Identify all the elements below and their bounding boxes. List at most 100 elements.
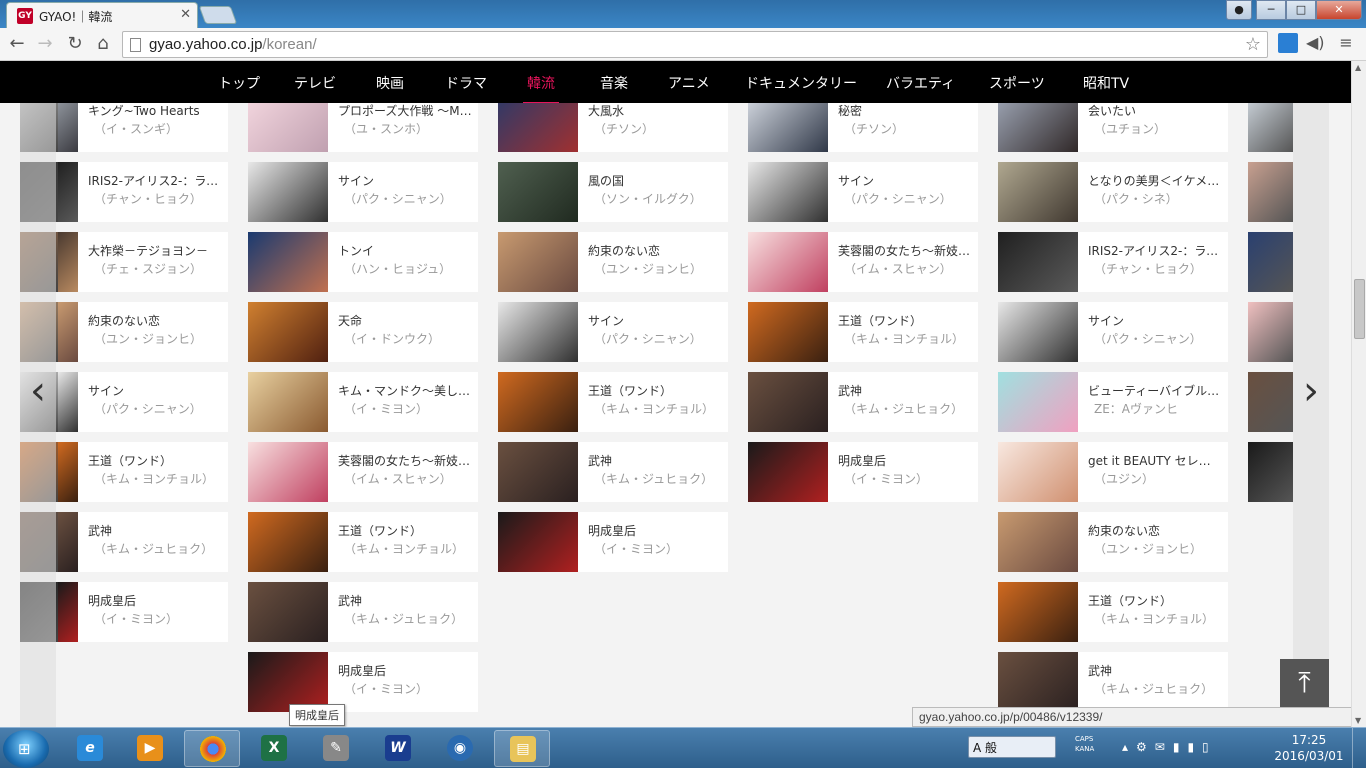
program-thumbnail[interactable] <box>498 512 578 572</box>
program-card[interactable]: 芙蓉閣の女たち～新妓生伝 （イム・スヒャン） <box>748 232 978 292</box>
program-thumbnail[interactable] <box>498 162 578 222</box>
nav-item[interactable]: テレビ <box>294 73 336 93</box>
program-title[interactable]: 王道（ワンド） <box>1088 592 1222 609</box>
program-thumbnail[interactable] <box>58 232 78 292</box>
reload-icon[interactable]: ↻ <box>64 33 86 55</box>
program-title[interactable]: サイン <box>588 312 722 329</box>
program-card[interactable]: 風の国 （ソン・イルグク） <box>498 162 728 222</box>
scrollbar-thumb[interactable] <box>1354 279 1365 339</box>
program-thumbnail[interactable] <box>748 302 828 362</box>
program-card[interactable]: 大風水 （チソン） <box>498 103 728 152</box>
program-card[interactable]: 武神 （キム・ジュヒョク） <box>498 442 728 502</box>
program-thumbnail[interactable] <box>248 512 328 572</box>
program-card[interactable]: 明成皇后 （イ・ミヨン） <box>248 652 478 712</box>
program-card[interactable]: 明成皇后 （イ・ミヨン） <box>58 582 228 642</box>
program-title[interactable]: サイン <box>1088 312 1222 329</box>
program-thumbnail[interactable] <box>748 103 828 152</box>
program-title[interactable]: 武神 <box>838 382 972 399</box>
back-arrow-icon[interactable]: ← <box>6 33 28 55</box>
program-title[interactable]: 武神 <box>338 592 472 609</box>
program-card[interactable]: get it BEAUTY セレクション （ユジン） <box>998 442 1228 502</box>
program-thumbnail[interactable] <box>998 162 1078 222</box>
scroll-up-icon[interactable]: ▲ <box>1355 63 1361 72</box>
program-title[interactable]: 約束のない恋 <box>1088 522 1222 539</box>
taskbar-word[interactable]: W <box>370 730 426 767</box>
browser-tab[interactable]: GY GYAO!｜韓流 ✕ <box>6 2 198 28</box>
nav-item[interactable]: 昭和TV <box>1083 73 1129 93</box>
program-thumbnail[interactable] <box>498 232 578 292</box>
taskbar-clock[interactable]: 17:25 2016/03/01 <box>1274 732 1344 764</box>
program-thumbnail[interactable] <box>498 103 578 152</box>
chevron-left-icon[interactable]: ‹ <box>20 368 56 418</box>
nav-item[interactable]: 音楽 <box>600 73 628 93</box>
chevron-right-icon[interactable]: › <box>1293 368 1329 418</box>
program-title[interactable]: 武神 <box>588 452 722 469</box>
program-title[interactable]: IRIS2-アイリス2-：ラストジェネレーション <box>88 172 222 189</box>
tray-icons[interactable]: ▴⚙✉▮▮▯ <box>1122 740 1217 754</box>
program-title[interactable]: 大風水 <box>588 103 722 119</box>
program-title[interactable]: 王道（ワンド） <box>88 452 222 469</box>
chrome-menu-icon[interactable]: ≡ <box>1336 33 1356 53</box>
program-title[interactable]: 王道（ワンド） <box>588 382 722 399</box>
program-thumbnail[interactable] <box>998 372 1078 432</box>
program-title[interactable]: キング~Two Hearts <box>88 103 222 119</box>
forward-arrow-icon[interactable]: → <box>34 33 56 55</box>
program-card[interactable]: 武神 （キム・ジュヒョク） <box>248 582 478 642</box>
extension-sound-icon[interactable]: ◀) <box>1306 33 1326 53</box>
program-thumbnail[interactable] <box>748 442 828 502</box>
program-title[interactable]: ビューティーバイブル2015 <box>1088 382 1222 399</box>
program-title[interactable]: IRIS2-アイリス2-：ラストジェネレーション <box>1088 242 1222 259</box>
program-card[interactable]: 王道（ワンド） （キム・ヨンチョル） <box>998 582 1228 642</box>
program-thumbnail[interactable] <box>498 372 578 432</box>
program-thumbnail[interactable] <box>58 442 78 502</box>
program-thumbnail[interactable] <box>998 652 1078 712</box>
taskbar-ie[interactable]: e <box>62 730 118 767</box>
program-title[interactable]: 明成皇后 <box>88 592 222 609</box>
program-title[interactable]: プロポーズ大作戦 ～Mission to Love～ <box>338 103 472 119</box>
program-thumbnail[interactable] <box>498 442 578 502</box>
program-thumbnail[interactable] <box>998 442 1078 502</box>
program-card[interactable]: 明成皇后 （イ・ミヨン） <box>748 442 978 502</box>
program-card[interactable]: 武神 （キム・ジュヒョク） <box>998 652 1228 712</box>
program-card[interactable]: プロポーズ大作戦 ～Mission to Love～ （ユ・スンホ） <box>248 103 478 152</box>
program-title[interactable]: 芙蓉閣の女たち～新妓生伝 <box>338 452 472 469</box>
program-thumbnail[interactable] <box>248 372 328 432</box>
program-card[interactable]: 会いたい （ユチョン） <box>998 103 1228 152</box>
home-icon[interactable]: ⌂ <box>92 33 114 55</box>
program-card[interactable]: 王道（ワンド） （キム・ヨンチョル） <box>248 512 478 572</box>
program-title[interactable]: get it BEAUTY セレクション <box>1088 452 1222 469</box>
program-thumbnail[interactable] <box>248 162 328 222</box>
program-title[interactable]: キム・マンドク～美しき伝説の商人 <box>338 382 472 399</box>
program-title[interactable]: 約束のない恋 <box>88 312 222 329</box>
program-card[interactable]: ビューティーバイブル2015 ZE：Aヴァンヒ <box>998 372 1228 432</box>
user-profile-icon[interactable]: ● <box>1226 0 1252 20</box>
program-thumbnail[interactable] <box>58 372 78 432</box>
program-card[interactable]: 約束のない恋 （ユン・ジョンヒ） <box>498 232 728 292</box>
program-title[interactable]: 明成皇后 <box>588 522 722 539</box>
program-thumbnail[interactable] <box>248 302 328 362</box>
program-title[interactable]: 武神 <box>88 522 222 539</box>
program-title[interactable]: 風の国 <box>588 172 722 189</box>
program-card[interactable]: 明成皇后 （イ・ミヨン） <box>498 512 728 572</box>
new-tab-button[interactable] <box>198 6 238 24</box>
ime-bar[interactable]: A 般 <box>968 736 1056 758</box>
back-to-top-button[interactable]: ⤒ <box>1280 659 1329 708</box>
program-thumbnail[interactable] <box>58 302 78 362</box>
show-desktop-button[interactable] <box>1352 728 1366 768</box>
bookmark-star-icon[interactable]: ☆ <box>1245 34 1261 55</box>
program-card[interactable]: 武神 （キム・ジュヒョク） <box>58 512 228 572</box>
program-thumbnail[interactable] <box>998 582 1078 642</box>
taskbar-app[interactable]: ✎ <box>308 730 364 767</box>
program-card[interactable]: となりの美男＜イケメン＞ （パク・シネ） <box>998 162 1228 222</box>
program-title[interactable]: となりの美男＜イケメン＞ <box>1088 172 1222 189</box>
program-title[interactable]: 明成皇后 <box>338 662 472 679</box>
taskbar-explorer[interactable]: ▤ <box>494 730 550 767</box>
nav-item[interactable]: ドラマ <box>445 73 487 93</box>
nav-item[interactable]: トップ <box>218 73 260 93</box>
program-card[interactable]: サイン （パク・シニャン） <box>248 162 478 222</box>
program-title[interactable]: 王道（ワンド） <box>838 312 972 329</box>
program-thumbnail[interactable] <box>748 162 828 222</box>
program-title[interactable]: サイン <box>838 172 972 189</box>
program-title[interactable]: 会いたい <box>1088 103 1222 119</box>
program-card[interactable]: 約束のない恋 （ユン・ジョンヒ） <box>58 302 228 362</box>
